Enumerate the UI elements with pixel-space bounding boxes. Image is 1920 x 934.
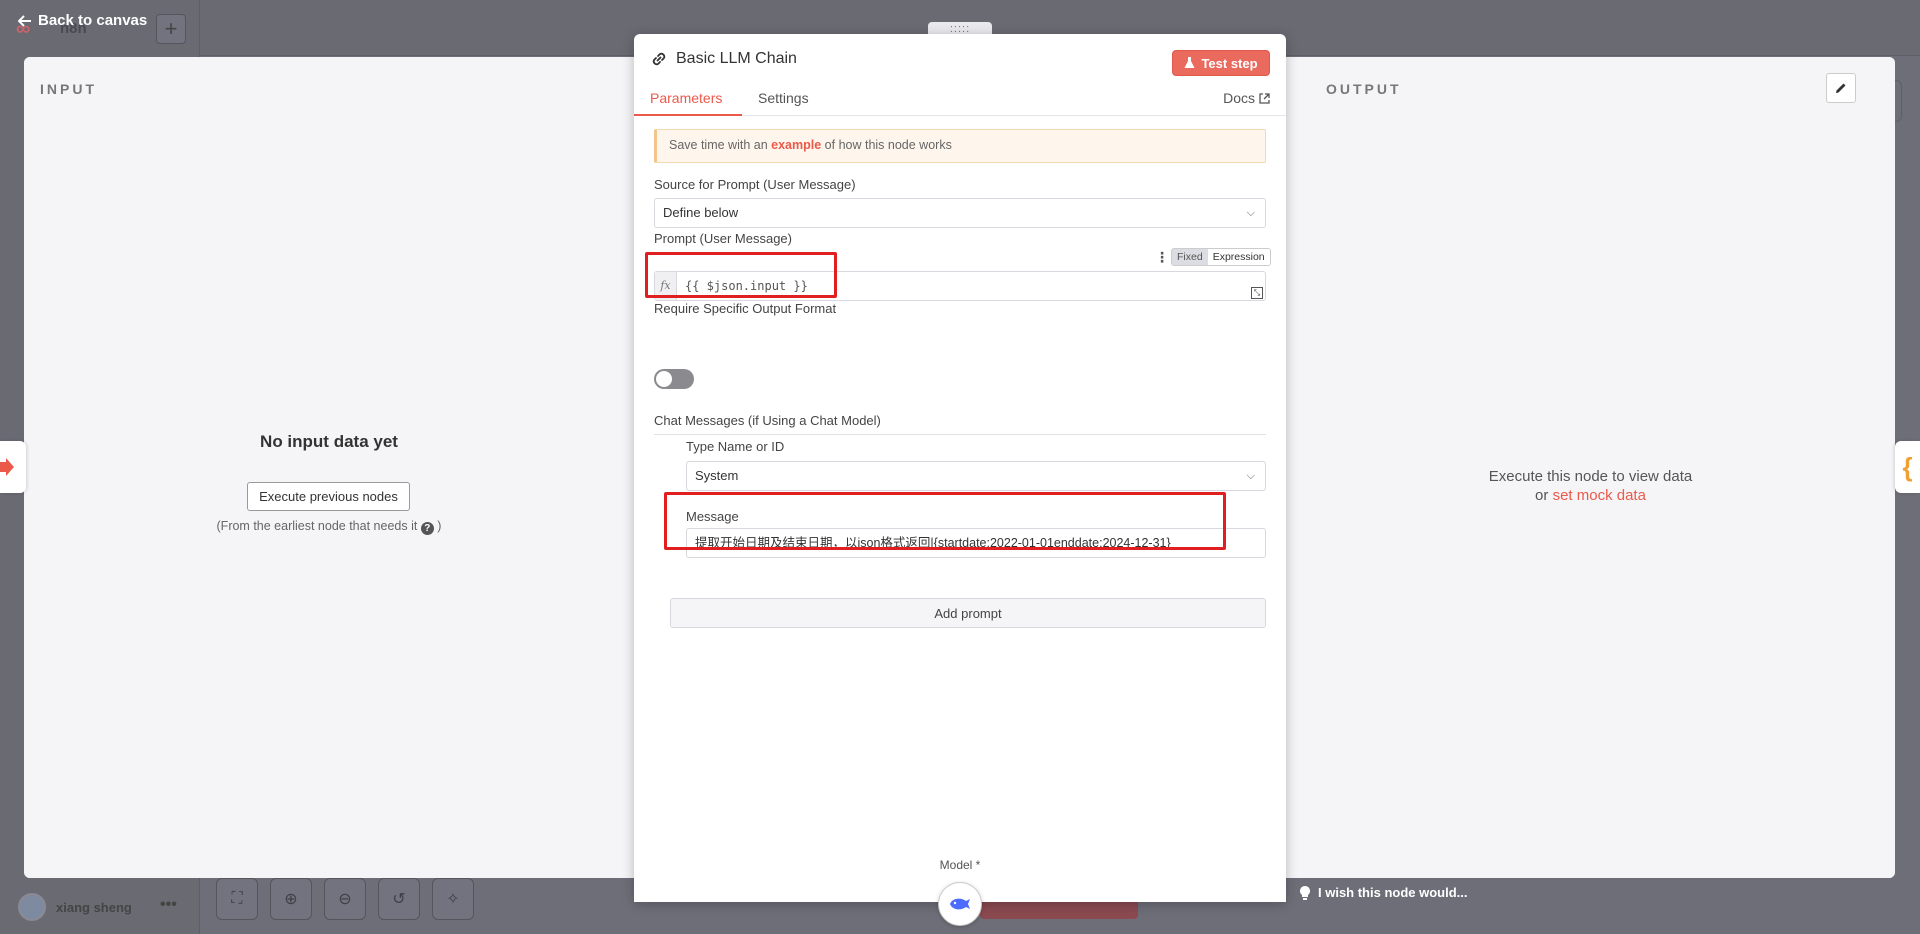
example-link[interactable]: example — [771, 138, 821, 152]
feedback-label: I wish this node would... — [1318, 885, 1468, 900]
add-prompt-button[interactable]: Add prompt — [670, 598, 1266, 628]
test-step-label: Test step — [1201, 55, 1258, 71]
prompt-options: ⋮ Fixed Expression — [1155, 248, 1271, 266]
chat-messages-header: Chat Messages (if Using a Chat Model) — [654, 413, 1266, 435]
input-title: INPUT — [40, 81, 97, 97]
feedback-link[interactable]: I wish this node would... — [1300, 885, 1468, 900]
tab-settings[interactable]: Settings — [758, 90, 809, 106]
mode-expression-button[interactable]: Expression — [1207, 249, 1270, 265]
reset-zoom-icon[interactable]: ↺ — [378, 878, 420, 920]
user-name: xiang sheng — [56, 899, 132, 915]
output-panel: OUTPUT Execute this node to view data or… — [1286, 57, 1895, 878]
output-empty-message: Execute this node to view data or set mo… — [1286, 467, 1895, 505]
type-value: System — [695, 468, 739, 483]
fx-icon: fx — [655, 272, 677, 300]
output-title: OUTPUT — [1326, 81, 1402, 97]
zoom-out-icon[interactable]: ⊖ — [324, 878, 366, 920]
input-side-tab[interactable] — [0, 441, 26, 493]
hint-suffix: ) — [437, 519, 442, 533]
test-step-button[interactable]: Test step — [1172, 50, 1270, 76]
message-input[interactable]: 提取开始日期及结束日期，以json格式返回|{startdate:2022-01… — [686, 528, 1266, 558]
active-tab-underline — [634, 114, 742, 116]
earliest-node-hint: (From the earliest node that needs it ? … — [24, 519, 634, 535]
docs-link[interactable]: Docs — [1223, 90, 1270, 106]
node-title: Basic LLM Chain — [650, 50, 797, 68]
arrow-right-icon — [0, 458, 14, 476]
expand-editor-icon[interactable]: ⤡ — [1251, 287, 1263, 299]
back-to-canvas-button[interactable]: Back to canvas — [18, 12, 147, 29]
external-link-icon — [1259, 92, 1270, 104]
flask-icon — [1184, 57, 1195, 68]
kebab-menu-icon[interactable]: ⋮ — [1155, 249, 1169, 266]
prompt-expression-input[interactable]: fx {{ $json.input }} ⤡ — [654, 271, 1266, 301]
tab-parameters[interactable]: Parameters — [650, 90, 722, 106]
tip-prefix: Save time with an — [669, 138, 768, 152]
source-value: Define below — [663, 205, 739, 220]
lightbulb-icon — [1300, 885, 1310, 900]
model-connector-button[interactable] — [938, 882, 982, 926]
pencil-icon — [1836, 83, 1846, 93]
toggle-knob — [656, 371, 672, 387]
prompt-label: Prompt (User Message) — [654, 231, 792, 246]
source-select[interactable]: Define below ⌵ — [654, 198, 1266, 228]
mode-toggle: Fixed Expression — [1171, 248, 1271, 266]
zoom-in-icon[interactable]: ⊕ — [270, 878, 312, 920]
require-format-label: Require Specific Output Format — [654, 301, 837, 316]
input-panel: INPUT No input data yet Execute previous… — [24, 57, 634, 878]
set-mock-data-link[interactable]: set mock data — [1553, 487, 1646, 504]
node-tabs: Parameters Settings Docs — [634, 84, 1286, 116]
message-label: Message — [686, 509, 739, 524]
node-title-text: Basic LLM Chain — [676, 50, 797, 67]
docs-label: Docs — [1223, 90, 1255, 106]
chevron-down-icon: ⌵ — [1246, 207, 1255, 219]
fit-view-icon[interactable]: ⛶ — [216, 878, 258, 920]
link-icon — [652, 52, 666, 66]
chevron-down-icon: ⌵ — [1246, 470, 1255, 482]
no-input-title: No input data yet — [260, 432, 398, 451]
parameters-body: Save time with an example of how this no… — [634, 117, 1286, 902]
add-workflow-button[interactable]: + — [156, 14, 186, 44]
type-label: Type Name or ID — [686, 439, 785, 454]
prompt-expression-value: {{ $json.input }} — [685, 279, 808, 293]
execute-previous-nodes-button[interactable]: Execute previous nodes — [247, 482, 410, 511]
tip-suffix: of how this node works — [824, 138, 952, 152]
hint-prefix: (From the earliest node that needs it — [216, 519, 418, 533]
mode-fixed-button[interactable]: Fixed — [1172, 249, 1208, 265]
deepseek-whale-icon — [950, 898, 970, 910]
canvas-toolbar: ⛶ ⊕ ⊖ ↺ ✧ — [216, 878, 474, 920]
model-label: Model * — [939, 858, 981, 872]
avatar — [18, 893, 46, 921]
output-message: Execute this node to view data — [1488, 468, 1693, 485]
source-label: Source for Prompt (User Message) — [654, 177, 856, 192]
back-to-canvas-label: Back to canvas — [38, 12, 148, 29]
tidy-up-icon[interactable]: ✧ — [432, 878, 474, 920]
node-settings-panel: Basic LLM Chain Test step Parameters Set… — [634, 34, 1286, 902]
example-tip: Save time with an example of how this no… — [654, 129, 1266, 163]
arrow-left-icon — [18, 14, 31, 27]
question-icon[interactable]: ? — [420, 522, 434, 535]
require-format-toggle[interactable] — [654, 369, 694, 389]
type-select[interactable]: System ⌵ — [686, 461, 1266, 491]
output-brace-icon[interactable]: { — [1895, 441, 1920, 493]
output-or: or — [1535, 487, 1549, 504]
user-menu-dots-icon[interactable]: ••• — [160, 896, 177, 914]
user-menu[interactable]: xiang sheng — [18, 893, 132, 921]
edit-output-button[interactable] — [1826, 73, 1856, 103]
